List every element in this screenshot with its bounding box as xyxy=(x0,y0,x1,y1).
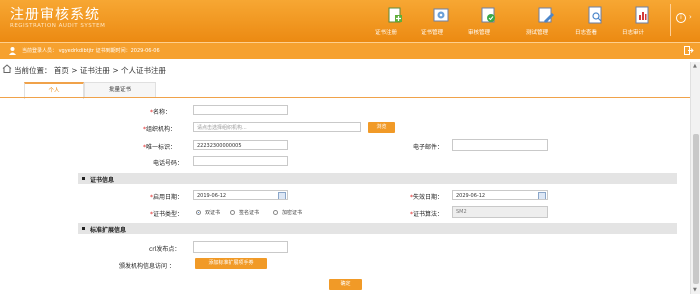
nav-certificate-manage[interactable]: 证书管理 xyxy=(421,6,461,36)
calendar-icon[interactable] xyxy=(278,192,286,199)
breadcrumb: 当前位置： 首页 > 证书注册 > 个人证书注册 xyxy=(0,62,700,76)
app-subtitle: REGISTRATION AUDIT SYSTEM xyxy=(10,23,106,29)
log-audit-icon xyxy=(635,6,649,24)
nav-test-manage[interactable]: 测试管理 xyxy=(526,6,566,36)
section-title: 标准扩展信息 xyxy=(90,227,127,234)
scroll-up-icon[interactable]: ▲ xyxy=(693,63,697,69)
user-info-text: 当前登录人员： vgyedrkdibtjtr 证书到期时间：2029-06-06 xyxy=(22,48,160,54)
phone-input[interactable] xyxy=(193,156,288,166)
org-label: *组织机构： xyxy=(143,126,177,133)
home-icon xyxy=(2,64,12,73)
cert-algo-label: *证书算法： xyxy=(410,211,444,218)
nav-label: 审核管理 xyxy=(468,30,491,36)
header-divider xyxy=(670,4,671,36)
name-label: *名称： xyxy=(150,109,172,116)
nav-label: 测试管理 xyxy=(526,30,549,36)
nav-label: 日志审计 xyxy=(622,30,645,36)
radio-label: 双证书 xyxy=(205,210,221,216)
section-cert-info: 证书信息 xyxy=(78,173,677,184)
uid-label: *唯一标识： xyxy=(143,144,177,151)
radio-label: 签名证书 xyxy=(239,210,260,216)
registration-form: *名称： *组织机构： 请点击选择组织机构... 浏览 *唯一标识： 22232… xyxy=(0,99,690,294)
calendar-icon[interactable] xyxy=(538,192,546,199)
section-title: 证书信息 xyxy=(90,177,115,184)
nav-label: 日志查看 xyxy=(575,30,598,36)
tabs-divider xyxy=(0,97,700,98)
info-icon[interactable]: i xyxy=(676,13,686,23)
nav-audit-manage[interactable]: 审核管理 xyxy=(468,6,508,36)
vertical-scrollbar[interactable]: ▲ ▼ xyxy=(690,62,700,294)
nav-log-view[interactable]: 日志查看 xyxy=(575,6,615,36)
nav-log-audit[interactable]: 日志审计 xyxy=(622,6,662,36)
end-date-input[interactable]: 2029-06-12 xyxy=(452,190,548,200)
email-label: 电子邮件： xyxy=(413,144,444,151)
phone-label: 电话号码： xyxy=(153,160,184,167)
add-extension-button[interactable]: 添加标准扩展项手券 xyxy=(195,258,267,269)
tab-batch-certificate[interactable]: 批量证书 xyxy=(84,82,156,98)
nav-label: 证书管理 xyxy=(421,30,444,36)
end-date-value: 2029-06-12 xyxy=(456,193,486,199)
scrollbar-thumb[interactable] xyxy=(693,134,699,284)
cert-algo-input[interactable]: SM2 xyxy=(452,206,548,218)
crl-label: crl发布点： xyxy=(149,246,181,253)
crl-input[interactable] xyxy=(193,241,288,253)
end-date-label: *失效日期： xyxy=(410,194,444,201)
issuer-info-label: 颁发机构信息访问 ： xyxy=(119,263,175,270)
section-standard-extension: 标准扩展信息 xyxy=(78,223,677,234)
certificate-manage-icon xyxy=(433,8,449,22)
browse-button[interactable]: 浏览 xyxy=(368,122,395,133)
radio-label: 加密证书 xyxy=(282,210,303,216)
start-date-input[interactable]: 2019-06-12 xyxy=(193,190,288,200)
app-title: 注册审核系统 xyxy=(10,7,100,23)
scroll-down-icon[interactable]: ▼ xyxy=(693,287,697,293)
breadcrumb-text: 当前位置： 首页 > 证书注册 > 个人证书注册 xyxy=(14,66,166,75)
start-date-label: *启用日期： xyxy=(150,194,184,201)
audit-manage-icon xyxy=(481,7,495,23)
section-marker-icon xyxy=(82,177,85,180)
certificate-register-icon xyxy=(388,7,402,23)
user-icon xyxy=(9,47,16,55)
user-info-bar: 当前登录人员： vgyedrkdibtjtr 证书到期时间：2029-06-06 xyxy=(0,42,700,59)
log-view-icon xyxy=(588,6,602,24)
nav-certificate-register[interactable]: 证书注册 xyxy=(375,6,415,36)
test-manage-icon xyxy=(538,7,554,23)
app-header: 注册审核系统 REGISTRATION AUDIT SYSTEM 证书注册 证书… xyxy=(0,0,700,42)
logout-icon[interactable] xyxy=(684,46,694,55)
submit-button[interactable]: 确定 xyxy=(329,279,362,290)
start-date-value: 2019-06-12 xyxy=(197,193,227,199)
radio-encrypt-cert[interactable] xyxy=(273,210,278,215)
radio-dual-cert[interactable] xyxy=(196,210,201,215)
radio-sign-cert[interactable] xyxy=(230,210,235,215)
nav-label: 证书注册 xyxy=(375,30,398,36)
chevron-right-icon[interactable]: › xyxy=(689,13,692,21)
uid-input[interactable]: 22232300000005 xyxy=(193,140,288,150)
section-marker-icon xyxy=(82,227,85,230)
email-input[interactable] xyxy=(452,139,548,151)
name-input[interactable] xyxy=(193,105,288,115)
org-input[interactable]: 请点击选择组织机构... xyxy=(193,122,361,132)
cert-type-label: *证书类型： xyxy=(150,211,184,218)
